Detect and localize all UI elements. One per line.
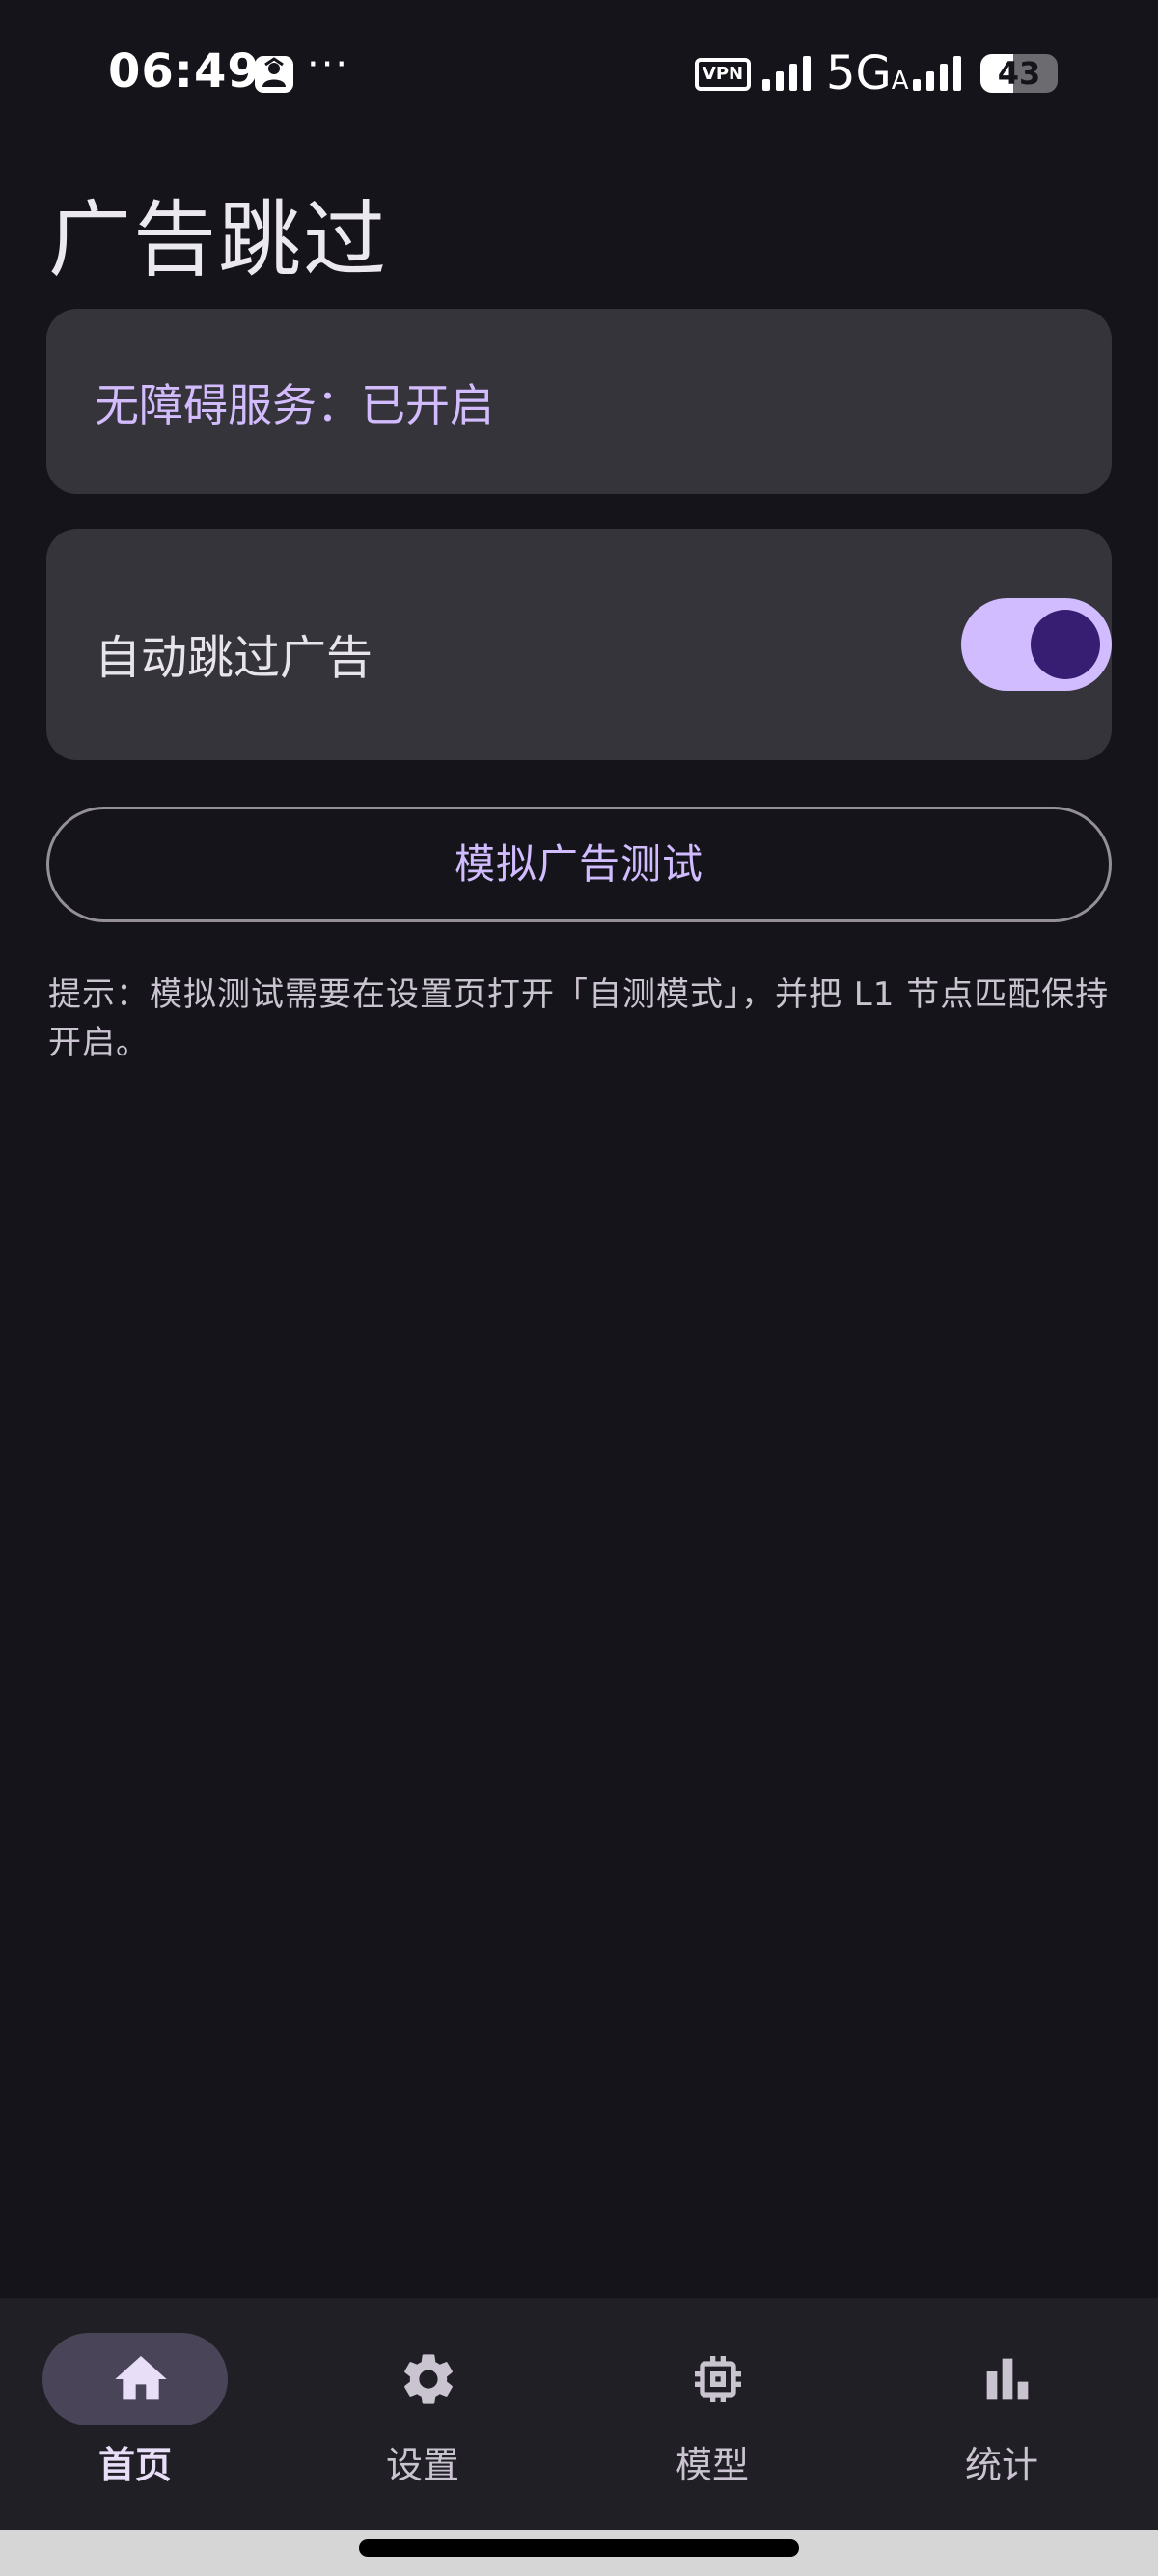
chip-icon: [687, 2348, 749, 2410]
auto-skip-label: 自动跳过广告: [95, 631, 373, 685]
app-screen: 06:49 ··· VPN 5GA 43 广告跳过 无障碍服务：已开启 自动跳过…: [0, 0, 1158, 2576]
status-time: 06:49: [108, 44, 261, 98]
gear-icon: [398, 2348, 459, 2410]
nav-label-stats: 统计: [964, 2444, 1038, 2486]
auto-skip-toggle[interactable]: [961, 598, 1112, 691]
page-title: 广告跳过: [48, 192, 388, 288]
home-icon: [110, 2348, 172, 2410]
home-gesture-bar[interactable]: [359, 2539, 799, 2557]
accessibility-status-text: 无障碍服务：已开启: [95, 379, 494, 431]
bottom-navigation: 首页 设置 模型 统计: [0, 2298, 1158, 2530]
nav-label-model: 模型: [675, 2444, 749, 2486]
network-type-label: 5G: [826, 46, 892, 100]
simulate-ad-test-button[interactable]: 模拟广告测试: [46, 807, 1112, 922]
status-bar: 06:49 ··· VPN 5GA 43: [0, 0, 1158, 145]
nav-item-model[interactable]: 模型: [579, 2298, 868, 2530]
nav-label-home: 首页: [97, 2444, 172, 2486]
battery-tip: [1052, 67, 1058, 80]
portrait-icon: [255, 56, 293, 93]
battery-icon: 43: [980, 54, 1058, 93]
auto-skip-card: 自动跳过广告: [46, 529, 1112, 760]
network-type: 5GA: [826, 46, 909, 100]
toggle-thumb: [1031, 610, 1100, 679]
bar-chart-icon: [977, 2348, 1038, 2410]
network-sub-label: A: [891, 67, 909, 96]
accessibility-status-card: 无障碍服务：已开启: [46, 309, 1112, 494]
system-gesture-area: [0, 2530, 1158, 2576]
nav-item-settings[interactable]: 设置: [290, 2298, 579, 2530]
nav-item-home[interactable]: 首页: [0, 2298, 290, 2530]
battery-level: 43: [997, 55, 1041, 92]
more-notifications-indicator: ···: [307, 42, 350, 87]
hint-text: 提示：模拟测试需要在设置页打开「自测模式」，并把 L1 节点匹配保持开启。: [48, 975, 1110, 1062]
nav-item-stats[interactable]: 统计: [868, 2298, 1158, 2530]
signal-strength-icon-2: [911, 54, 967, 93]
signal-strength-icon: [760, 54, 816, 93]
nav-label-settings: 设置: [385, 2444, 459, 2486]
vpn-icon: VPN: [695, 58, 751, 91]
